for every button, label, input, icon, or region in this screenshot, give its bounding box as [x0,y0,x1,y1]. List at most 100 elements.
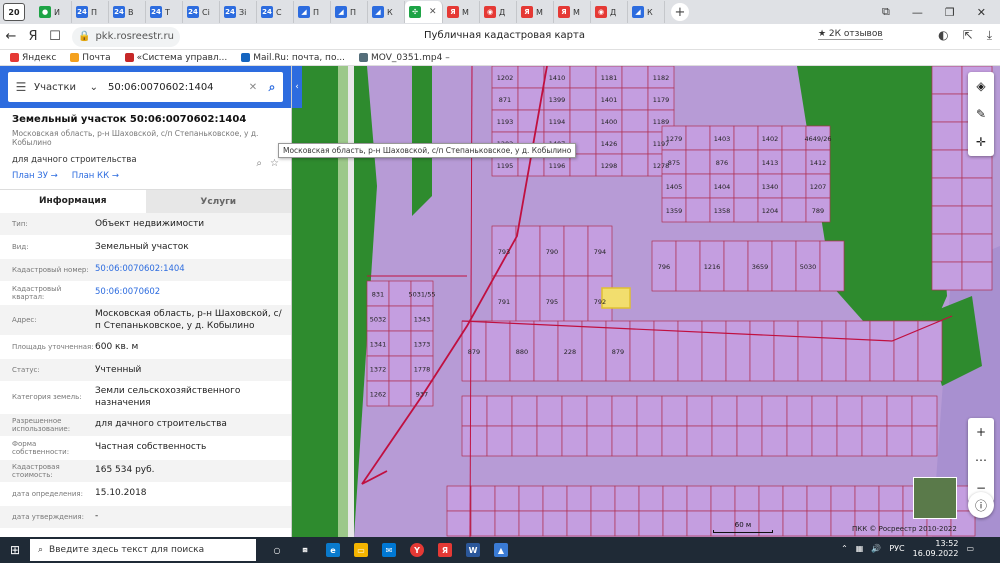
browser-tab[interactable]: ◢ П [331,1,368,23]
property-key: дата утверждения: [12,512,84,521]
map-copyright: ПКК © Росреестр 2010-2022 [852,525,957,533]
plan-kk-link[interactable]: План КК → [72,171,119,181]
parcel [761,425,788,457]
parcel [461,425,488,457]
parcel-number-label: 1262 [370,391,387,399]
browser-tab[interactable]: 24 С [257,1,294,23]
browser-tab[interactable]: 24 Сі [183,1,220,23]
more-icon[interactable]: ⋯ [968,446,994,474]
bookmark-item[interactable]: Mail.Ru: почта, по... [241,53,345,63]
parcel-number-label: 791 [498,298,510,306]
tab-search-icon[interactable]: ⧉ [882,5,890,19]
browser-tab[interactable]: ◉ Д [480,1,517,23]
parcel [621,66,649,89]
notifications-icon[interactable]: ▭ [966,544,974,553]
clock[interactable]: 13:52 16.09.2022 [913,539,959,558]
browser-tab[interactable]: ◢ К [368,1,405,23]
browser-tab[interactable]: ✣ ✕ [405,1,443,23]
ruler-icon[interactable]: ✎ [968,100,994,128]
yandex-icon[interactable]: Я [22,29,44,44]
collapse-panel-button[interactable]: ‹ [292,66,302,108]
menu-icon[interactable]: ☰ [8,80,34,94]
plan-zu-link[interactable]: План ЗУ → [12,171,58,181]
search-icon[interactable]: ⌕ [261,80,283,95]
bookmark-item[interactable]: «Система управл... [124,53,227,63]
mail-icon[interactable]: ✉ [382,543,396,557]
bookmark-item[interactable]: MOV_0351.mp4 – [359,53,450,63]
info-panel: ☰ Участки ⌄ ✕ ⌕ Земельный участок 50:06:… [0,66,292,537]
browser-tab[interactable]: 24 П [72,1,109,23]
browser-tab[interactable]: ЯМ [443,1,480,23]
bookmark-item[interactable]: Яндекс [10,53,56,63]
network-icon[interactable]: ▦ [856,544,864,553]
cortana-icon[interactable]: ○ [270,543,284,557]
back-button[interactable]: ← [0,29,22,44]
windows-start-icon[interactable]: ⊞ [0,543,30,557]
yandex-browser-icon[interactable]: Y [410,543,424,557]
locate-icon[interactable]: ✛ [968,128,994,156]
property-row: дата утверждения: - [0,505,291,529]
search-input[interactable] [104,81,245,93]
map-canvas[interactable]: 1202 1410 1181 1182 871 1399 1401 1179 1193 1194 1… [292,66,1000,537]
share-icon[interactable]: ⇱ [963,28,973,43]
new-tab-button[interactable]: + [671,3,689,21]
photos-icon[interactable]: ▲ [494,543,508,557]
zoom-in-button[interactable]: + [968,418,994,446]
bookmark-icon[interactable]: ☐ [44,29,66,44]
cadastral-map[interactable]: 1202 1410 1181 1182 871 1399 1401 1179 1193 1194 1… [292,66,1000,537]
word-icon[interactable]: W [466,543,480,557]
parcel [686,510,712,537]
browser-tab[interactable]: ● И [35,1,72,23]
protect-icon[interactable]: ◐ [938,28,948,43]
minimap-thumbnail[interactable] [913,477,957,519]
parcel [470,485,496,512]
zoom-to-icon[interactable]: ⌕ [256,158,262,169]
taskbar-search[interactable]: ⌕ Введите здесь текст для поиска [30,539,256,561]
info-button[interactable]: ⓘ [968,492,994,518]
parcel [786,395,813,427]
star-icon[interactable]: ☆ [270,158,279,169]
volume-icon[interactable]: 🔊 [871,544,881,553]
system-tray: ⌃ ▦ 🔊 РУС 13:52 16.09.2022 ▭ [841,539,974,558]
property-value[interactable]: 50:06:0070602:1404 [95,261,291,278]
reviews-link[interactable]: ★ 2К отзывов [818,29,883,40]
parcel [781,173,807,199]
maximize-button[interactable]: ❐ [945,6,955,19]
browser-tab[interactable]: 24 Т [146,1,183,23]
browser-tab[interactable]: ◉ Д [591,1,628,23]
download-icon[interactable]: ⤓ [987,28,992,43]
language-indicator[interactable]: РУС [889,544,904,553]
tab-info[interactable]: Информация [0,190,146,213]
browser-tab[interactable]: ◢ К [628,1,665,23]
explorer-icon[interactable]: ▭ [354,543,368,557]
tray-chevron-icon[interactable]: ⌃ [841,544,848,553]
task-view-icon[interactable]: ⧈ [298,543,312,557]
property-value[interactable]: 50:06:0070602 [95,284,291,301]
browser-tab[interactable]: 24 В [109,1,146,23]
layers-icon[interactable]: ◈ [968,72,994,100]
parcel [470,510,496,537]
close-window-button[interactable]: ✕ [977,6,986,19]
clear-icon[interactable]: ✕ [245,82,261,93]
url-field[interactable]: 🔒 pkk.rosreestr.ru [72,26,180,47]
property-row: Форма собственности: Частная собственност… [0,437,291,460]
parcel [569,66,597,89]
bookmark-item[interactable]: Почта [70,53,111,63]
parcel [685,149,711,175]
yandex-icon[interactable]: Я [438,543,452,557]
browser-tab[interactable]: 24 Зі [220,1,257,23]
parcel [711,425,738,457]
parcel [854,485,880,512]
search-type-select[interactable]: Участки ⌄ [34,82,104,93]
browser-tab[interactable]: ЯМ [554,1,591,23]
minimize-button[interactable]: — [912,6,923,19]
tab-count-button[interactable]: 20 [3,3,25,21]
parcel [662,485,688,512]
parcel [638,485,664,512]
tab-services[interactable]: Услуги [145,190,291,213]
edge-icon[interactable]: e [326,543,340,557]
object-address: Московская область, р-н Шаховской, с/п С… [12,129,259,147]
browser-tab[interactable]: ◢ П [294,1,331,23]
close-tab-icon[interactable]: ✕ [429,7,437,17]
browser-tab[interactable]: ЯМ [517,1,554,23]
